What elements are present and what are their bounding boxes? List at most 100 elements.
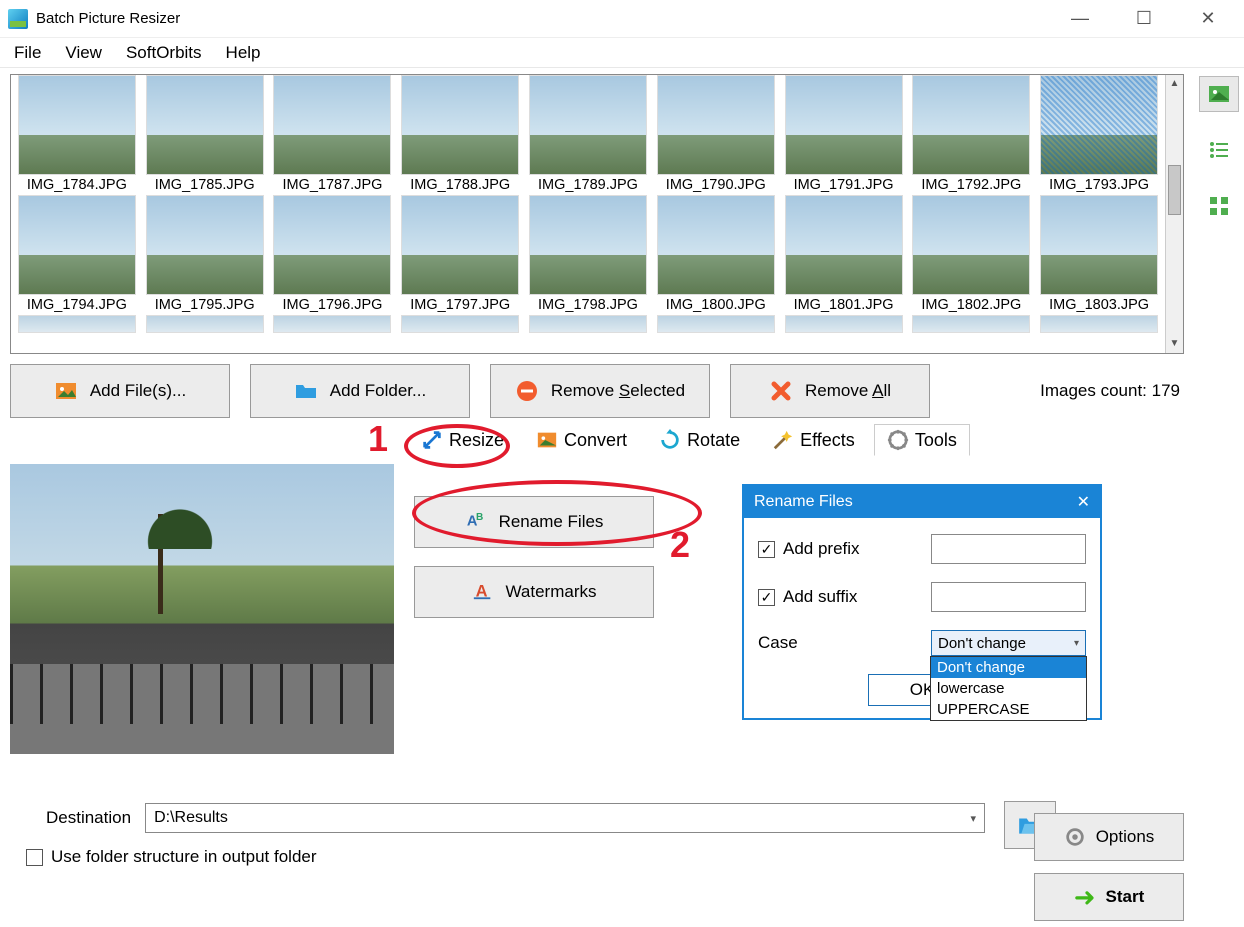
prefix-input[interactable] xyxy=(931,534,1086,564)
rename-files-button[interactable]: AB Rename Files xyxy=(414,496,654,548)
thumbnail-scrollbar[interactable]: ▲ ▼ xyxy=(1165,75,1183,353)
chevron-down-icon: ▾ xyxy=(971,812,977,825)
thumbnail[interactable]: IMG_1796.JPG xyxy=(271,195,395,313)
thumbnail[interactable]: IMG_1785.JPG xyxy=(143,75,267,193)
thumbnail[interactable]: IMG_1795.JPG xyxy=(143,195,267,313)
case-option-dont-change[interactable]: Don't change xyxy=(931,657,1086,678)
svg-text:B: B xyxy=(476,512,483,523)
remove-selected-label: Remove Selected xyxy=(551,381,685,401)
thumbnail-label: IMG_1797.JPG xyxy=(410,297,510,313)
list-icon xyxy=(1207,138,1231,162)
remove-all-button[interactable]: Remove All xyxy=(730,364,930,418)
thumbnail[interactable] xyxy=(526,315,650,333)
image-icon xyxy=(1207,82,1231,106)
rename-files-dialog: Rename Files ✕ Add prefix Add suffix xyxy=(742,484,1102,720)
add-prefix-checkbox[interactable]: Add prefix xyxy=(758,539,919,559)
thumbnail-label: IMG_1784.JPG xyxy=(27,177,127,193)
delete-icon xyxy=(769,379,793,403)
tab-effects[interactable]: Effects xyxy=(759,424,868,456)
thumbnail[interactable]: IMG_1798.JPG xyxy=(526,195,650,313)
case-select[interactable]: Don't change ▾ xyxy=(931,630,1086,656)
thumbnail[interactable]: IMG_1800.JPG xyxy=(654,195,778,313)
sidebar-grid-button[interactable] xyxy=(1199,188,1239,224)
add-folder-label: Add Folder... xyxy=(330,381,426,401)
case-label: Case xyxy=(758,633,919,653)
thumbnail-pane: IMG_1784.JPG IMG_1785.JPG IMG_1787.JPG IMG_… xyxy=(10,74,1184,354)
scroll-down-icon[interactable]: ▼ xyxy=(1166,335,1183,353)
remove-all-label: Remove All xyxy=(805,381,891,401)
minimize-button[interactable]: — xyxy=(1060,8,1100,29)
thumbnail-label: IMG_1787.JPG xyxy=(282,177,382,193)
thumbnail-label: IMG_1791.JPG xyxy=(794,177,894,193)
menu-help[interactable]: Help xyxy=(216,41,271,65)
thumbnail[interactable]: IMG_1784.JPG xyxy=(15,75,139,193)
case-option-uppercase[interactable]: UPPERCASE xyxy=(931,699,1086,720)
destination-combo[interactable]: D:\Results ▾ xyxy=(145,803,985,833)
start-button[interactable]: ➜ Start xyxy=(1034,873,1184,921)
menu-softorbits[interactable]: SoftOrbits xyxy=(116,41,212,65)
watermarks-button[interactable]: A Watermarks xyxy=(414,566,654,618)
add-folder-button[interactable]: Add Folder... xyxy=(250,364,470,418)
menu-file[interactable]: File xyxy=(4,41,51,65)
thumbnail[interactable]: IMG_1801.JPG xyxy=(782,195,906,313)
thumbnail[interactable]: IMG_1797.JPG xyxy=(398,195,522,313)
grid-icon xyxy=(1207,194,1231,218)
annotation-1: 1 xyxy=(368,418,388,460)
thumbnail-label: IMG_1789.JPG xyxy=(538,177,638,193)
destination-label: Destination xyxy=(10,808,131,828)
preview-image xyxy=(10,464,394,754)
suffix-input[interactable] xyxy=(931,582,1086,612)
thumbnail[interactable]: IMG_1792.JPG xyxy=(909,75,1033,193)
thumbnail[interactable] xyxy=(909,315,1033,333)
tab-rotate[interactable]: Rotate xyxy=(646,424,753,456)
folder-icon xyxy=(294,379,318,403)
tabs-row: Resize Convert Rotate Effects Tools xyxy=(408,424,1184,456)
tab-resize[interactable]: Resize xyxy=(408,424,517,456)
thumbnail-label: IMG_1794.JPG xyxy=(27,297,127,313)
dialog-title: Rename Files xyxy=(754,493,853,511)
convert-icon xyxy=(536,429,558,451)
thumbnail[interactable] xyxy=(15,315,139,333)
folder-structure-checkbox[interactable] xyxy=(26,849,43,866)
dialog-close-icon[interactable]: ✕ xyxy=(1077,492,1090,512)
thumbnail[interactable]: IMG_1789.JPG xyxy=(526,75,650,193)
thumbnail-label: IMG_1790.JPG xyxy=(666,177,766,193)
case-option-lowercase[interactable]: lowercase xyxy=(931,678,1086,699)
thumbnail[interactable]: IMG_1791.JPG xyxy=(782,75,906,193)
scroll-thumb[interactable] xyxy=(1168,165,1181,215)
thumbnail[interactable] xyxy=(654,315,778,333)
thumbnail[interactable]: IMG_1790.JPG xyxy=(654,75,778,193)
right-sidebar xyxy=(1194,68,1244,927)
start-arrow-icon: ➜ xyxy=(1074,882,1096,913)
close-button[interactable]: ✕ xyxy=(1188,8,1228,29)
add-suffix-checkbox[interactable]: Add suffix xyxy=(758,587,919,607)
thumbnail[interactable]: IMG_1794.JPG xyxy=(15,195,139,313)
maximize-button[interactable]: ☐ xyxy=(1124,8,1164,29)
sidebar-list-button[interactable] xyxy=(1199,132,1239,168)
menu-bar: File View SoftOrbits Help xyxy=(0,38,1244,68)
thumbnail[interactable]: IMG_1803.JPG xyxy=(1037,195,1161,313)
remove-selected-button[interactable]: Remove Selected xyxy=(490,364,710,418)
tab-tools[interactable]: Tools xyxy=(874,424,970,456)
menu-view[interactable]: View xyxy=(55,41,112,65)
add-files-label: Add File(s)... xyxy=(90,381,186,401)
thumbnail[interactable] xyxy=(143,315,267,333)
add-files-button[interactable]: Add File(s)... xyxy=(10,364,230,418)
thumbnail[interactable]: IMG_1802.JPG xyxy=(909,195,1033,313)
thumbnail[interactable]: IMG_1787.JPG xyxy=(271,75,395,193)
thumbnail[interactable] xyxy=(1037,315,1161,333)
thumbnail[interactable]: IMG_1788.JPG xyxy=(398,75,522,193)
thumbnail[interactable] xyxy=(782,315,906,333)
thumbnail-label: IMG_1792.JPG xyxy=(921,177,1021,193)
window-title: Batch Picture Resizer xyxy=(36,10,180,27)
effects-icon xyxy=(772,429,794,451)
options-button[interactable]: Options xyxy=(1034,813,1184,861)
tab-convert[interactable]: Convert xyxy=(523,424,640,456)
scroll-up-icon[interactable]: ▲ xyxy=(1166,75,1183,93)
app-icon xyxy=(8,9,28,29)
thumbnail[interactable]: IMG_1793.JPG xyxy=(1037,75,1161,193)
thumbnail-label: IMG_1802.JPG xyxy=(921,297,1021,313)
thumbnail[interactable] xyxy=(271,315,395,333)
thumbnail[interactable] xyxy=(398,315,522,333)
sidebar-thumbnails-button[interactable] xyxy=(1199,76,1239,112)
